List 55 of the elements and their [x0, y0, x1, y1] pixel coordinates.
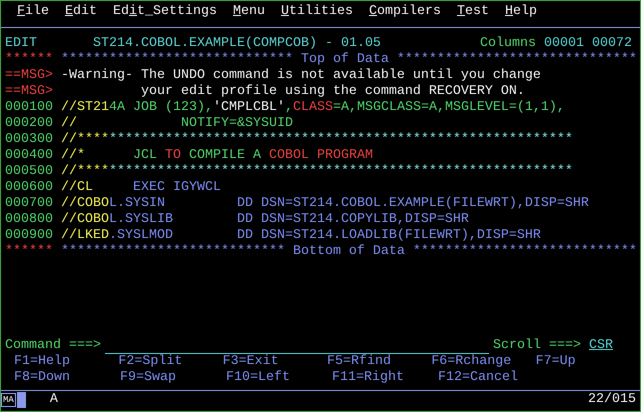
line-prefix: 000600	[5, 180, 53, 196]
menu-item[interactable]: File	[17, 4, 49, 20]
function-key-label: F3=Exit	[222, 354, 279, 369]
function-key-label: F10=Left	[226, 370, 290, 385]
code-line: **************************** Bottom of Data ****************************	[61, 244, 637, 260]
code-line: //COBOL.SYSIN DD DSN=ST214.COBOL.EXAMPLE(FILEWRT),DISP=SHR	[61, 196, 589, 212]
menu-item[interactable]: Help	[504, 4, 537, 20]
code-line: your edit profile using the command RECOVERY ON.	[140, 84, 525, 100]
line-prefix: 000100	[5, 100, 53, 116]
dataset-name: ST214.COBOL.EXAMPLE(COMPCOB) - 01.05	[93, 36, 381, 52]
function-key-label: F5=Rfind	[326, 354, 391, 369]
line-prefix: 000200	[5, 116, 53, 132]
line-prefix: ==MSG>	[5, 84, 53, 100]
line-prefix: 000400	[5, 148, 53, 164]
line-prefix: ==MSG>	[5, 68, 53, 84]
menu-item[interactable]: Compilers	[368, 4, 441, 20]
code-line: -Warning- The UNDO command is not available until you change	[61, 68, 541, 84]
menu-item[interactable]: Test	[456, 4, 489, 20]
code-line: //**************************************************************	[61, 164, 573, 180]
menu-item[interactable]: Utilities	[280, 4, 353, 20]
function-key-label: F2=Split	[118, 354, 182, 369]
menu-item[interactable]: Edit	[65, 4, 97, 20]
function-key-label: F8=Down	[14, 370, 70, 385]
function-key-label: F11=Right	[332, 370, 404, 385]
line-prefix: 000300	[5, 132, 53, 148]
session-indicator: MA	[1, 393, 16, 407]
menu-item[interactable]: Menu	[232, 4, 265, 20]
function-key-label: F7=Up	[536, 354, 576, 369]
function-key-label: F1=Help	[14, 354, 70, 369]
code-line: //CL EXEC IGYWCL	[61, 180, 221, 196]
columns-range: 00001 00072	[544, 36, 632, 52]
code-line: //* JCL TO COMPILE A COBOL PROGRAM	[61, 148, 373, 164]
input-mode: A	[50, 392, 58, 408]
scroll-value[interactable]: CSR	[588, 338, 613, 354]
code-line: //ST214A JOB (123),'CMPLCBL',CLASS=A,MSGCLASS=A,MSGLEVEL=(1,1),	[61, 100, 565, 116]
columns-label: Columns	[480, 36, 536, 52]
cursor-position: 22/015	[588, 392, 636, 408]
edit-mode-label: EDIT	[5, 36, 37, 52]
command-label: Command ===>	[5, 338, 101, 354]
function-key-label: F9=Swap	[120, 370, 176, 385]
code-line: //LKED.SYSLMOD DD DSN=ST214.LOADLIB(FILEWRT),DISP=SHR	[61, 228, 541, 244]
line-prefix: 000700	[5, 196, 53, 212]
code-line: // NOTIFY=&SYSUID	[61, 116, 293, 132]
line-prefix: 000900	[5, 228, 53, 244]
function-key-label: F12=Cancel	[438, 370, 518, 385]
function-key-label: F6=Rchange	[431, 354, 512, 369]
code-line: //COBOL.SYSLIB DD DSN=ST214.COPYLIB,DISP=SHR	[61, 212, 469, 228]
scroll-label: Scroll ===>	[492, 338, 581, 354]
code-line: ***************************** Top of Data ******************************	[61, 52, 637, 68]
code-line: //**************************************************************	[61, 132, 573, 148]
line-prefix: 000800	[5, 212, 53, 228]
menu-item[interactable]: Edit_Settings	[113, 4, 217, 20]
line-prefix: ******	[5, 244, 53, 260]
line-prefix: ******	[5, 52, 53, 68]
line-prefix: 000500	[5, 164, 53, 180]
